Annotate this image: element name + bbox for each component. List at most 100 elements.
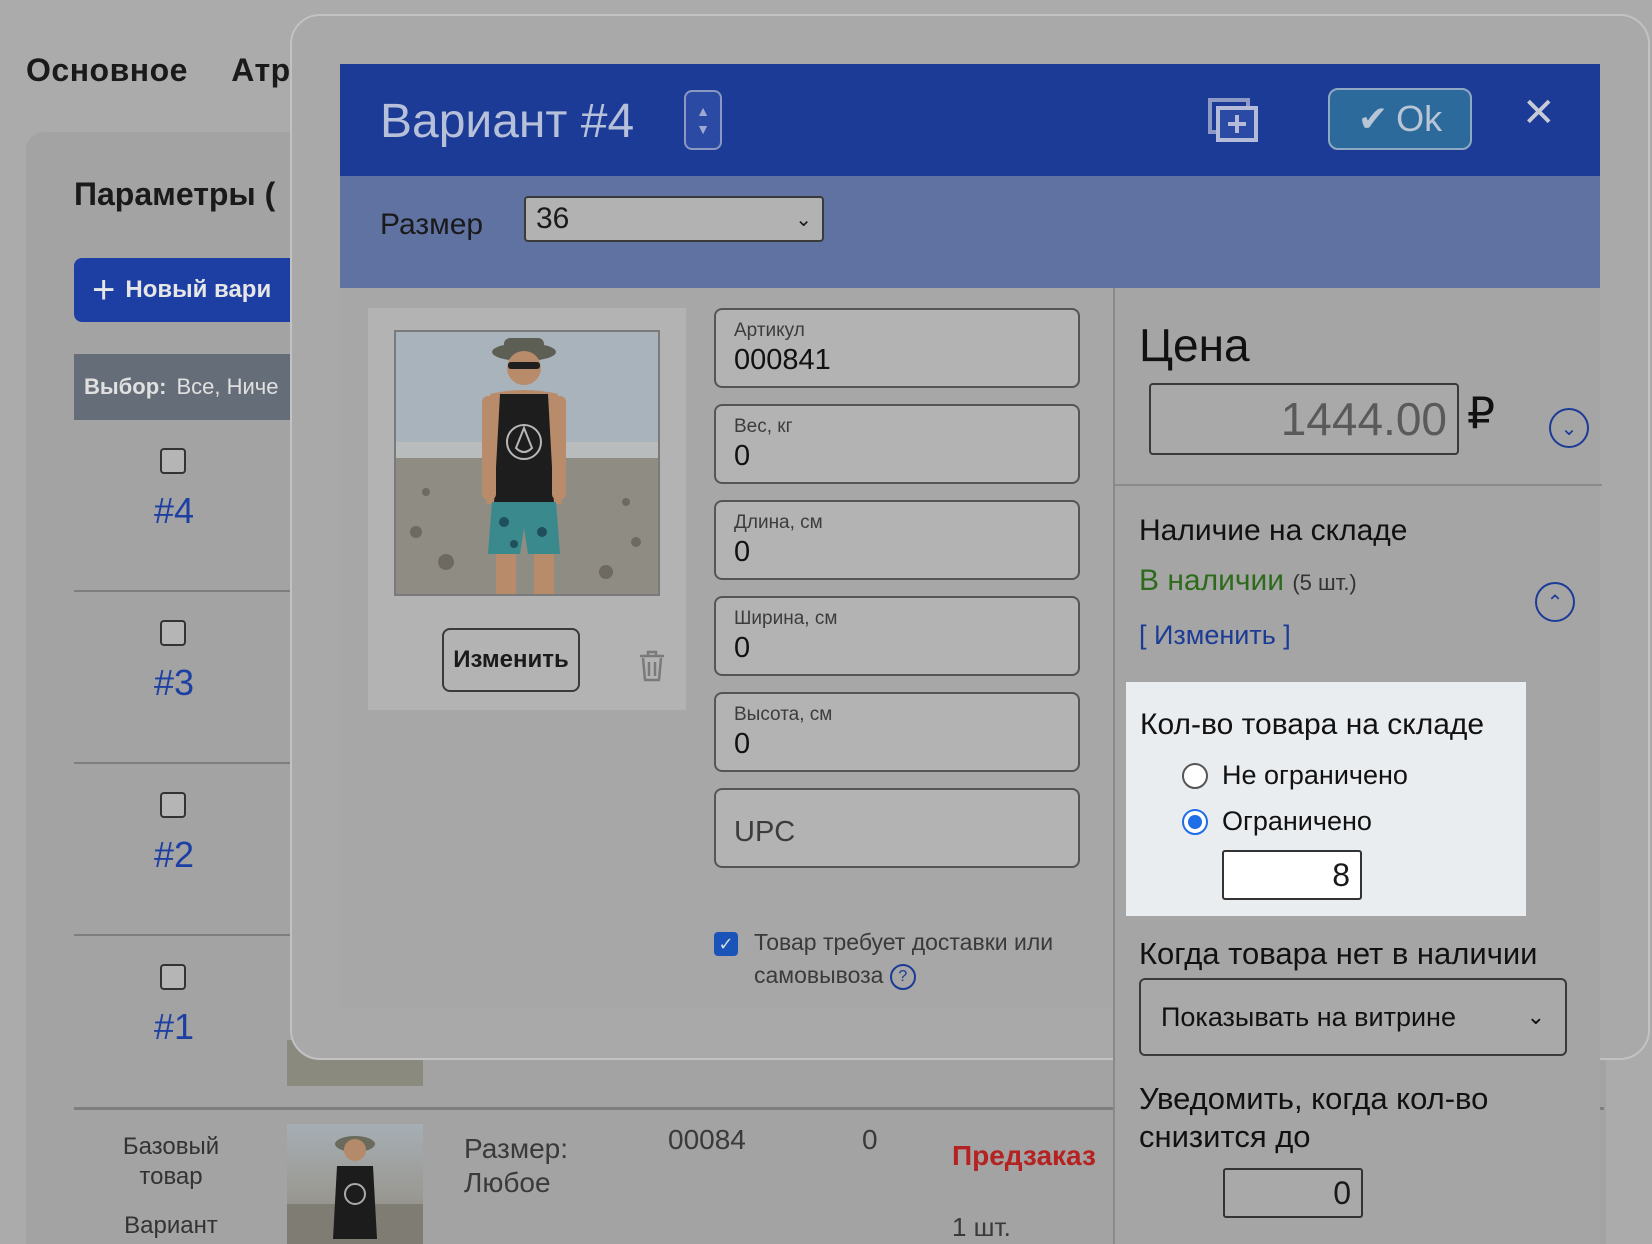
base-sku: 00084 (668, 1124, 746, 1155)
width-label: Ширина, см (734, 608, 838, 629)
variant-number[interactable]: #4 (74, 490, 274, 532)
variant-label: Вариант (124, 1212, 218, 1239)
base-size-line2: Любое (464, 1167, 551, 1198)
dialog-body: Изменить Артикул 000841 Вес, кг 0 Длина,… (340, 288, 1113, 1009)
variant-number[interactable]: #3 (74, 662, 274, 704)
trash-icon[interactable] (638, 650, 666, 682)
row-checkbox[interactable] (160, 620, 186, 646)
duplicate-icon[interactable] (1208, 98, 1260, 142)
stock-quantity-title: Кол-во товара на складе (1140, 708, 1485, 741)
main-tabs: Основное Атр (26, 52, 325, 89)
height-value: 0 (734, 728, 751, 760)
person-photo-icon (287, 1136, 423, 1244)
sku-field[interactable]: Артикул 000841 (714, 308, 1080, 388)
unlimited-option[interactable]: Не ограничено (1182, 760, 1408, 791)
variant-number[interactable]: #1 (74, 1006, 274, 1048)
tab-main[interactable]: Основное (26, 52, 188, 88)
unlimited-radio[interactable] (1182, 762, 1208, 789)
variant-row: #2 (74, 764, 294, 936)
ok-label: Ok (1396, 98, 1443, 139)
limited-radio[interactable] (1182, 808, 1208, 835)
height-label: Высота, см (734, 704, 833, 725)
length-value: 0 (734, 536, 751, 568)
stock-title: Наличие на складе (1139, 514, 1408, 547)
base-size: Размер: Любое (464, 1132, 568, 1200)
new-variant-label: Новый вари (125, 276, 272, 303)
row-checkbox[interactable] (160, 964, 186, 990)
upc-placeholder: UPC (734, 816, 796, 848)
plus-icon: + (92, 268, 116, 312)
filter-label: Выбор: (84, 374, 167, 399)
variant-row: #1 (74, 936, 294, 1108)
check-icon: ✔ (1357, 98, 1389, 139)
price-title: Цена (1139, 319, 1250, 371)
variant-row: #3 (74, 592, 294, 764)
chevron-down-icon: ⌄ (795, 208, 812, 231)
weight-value: 0 (734, 440, 751, 472)
price-input[interactable]: 1444.00 (1149, 383, 1459, 455)
row-checkbox[interactable] (160, 792, 186, 818)
upc-field[interactable]: UPC (714, 788, 1080, 868)
currency-symbol: ₽ (1467, 389, 1495, 438)
variant-number[interactable]: #2 (74, 834, 274, 876)
out-of-stock-value: Показывать на витрине (1161, 1001, 1456, 1032)
limited-option[interactable]: Ограничено (1182, 806, 1372, 837)
base-product-thumbnail (287, 1124, 423, 1244)
sku-value: 000841 (734, 344, 831, 376)
stock-quantity-input[interactable]: 8 (1222, 850, 1362, 900)
size-value: 36 (536, 202, 570, 235)
unlimited-label: Не ограничено (1222, 760, 1408, 790)
size-label: Размер (380, 208, 484, 241)
divider (1115, 484, 1602, 486)
arrow-down-icon: ▼ (696, 121, 710, 137)
stock-status-text: В наличии (1139, 564, 1285, 597)
dialog-header: Вариант #4 ▲ ▼ ✔ Ok ✕ (340, 64, 1600, 176)
base-size-line1: Размер: (464, 1133, 569, 1164)
stock-quantity-card: Кол-во товара на складе Не ограничено Ог… (1126, 682, 1526, 916)
chevron-down-icon[interactable]: ⌄ (1549, 408, 1589, 448)
person-photo-icon (396, 332, 658, 594)
help-icon[interactable]: ? (889, 963, 916, 990)
variant-options-bar: Размер 36 ⌄ (340, 176, 1600, 288)
shipping-checkbox[interactable]: ✓ (714, 932, 738, 956)
stock-count: (5 шт.) (1292, 570, 1357, 595)
preorder-status: Предзаказ (952, 1140, 1096, 1171)
variant-switcher-button[interactable]: ▲ ▼ (684, 90, 722, 150)
shipping-label: Товар требует доставки или самовывоза ? (754, 926, 1084, 992)
filter-options[interactable]: Все, Ниче (176, 374, 278, 400)
base-label-line2: товар (139, 1163, 203, 1190)
height-field[interactable]: Высота, см 0 (714, 692, 1080, 772)
weight-field[interactable]: Вес, кг 0 (714, 404, 1080, 484)
change-image-button[interactable]: Изменить (442, 628, 580, 692)
base-qty: 1 шт. (952, 1212, 1011, 1242)
out-of-stock-title: Когда товара нет в наличии (1139, 936, 1538, 971)
variant-row: #4 (74, 420, 294, 592)
variant-photo (394, 330, 660, 596)
panel-title: Параметры ( (74, 176, 276, 212)
stock-status: В наличии (5 шт.) (1139, 564, 1357, 598)
width-field[interactable]: Ширина, см 0 (714, 596, 1080, 676)
arrow-up-icon: ▲ (696, 103, 710, 119)
close-icon[interactable]: ✕ (1522, 90, 1556, 136)
image-card: Изменить (368, 308, 686, 710)
dialog-title: Вариант #4 (380, 95, 635, 148)
stock-edit-link[interactable]: [ Изменить ] (1139, 620, 1291, 651)
chevron-up-icon[interactable]: ⌃ (1535, 582, 1575, 622)
tab-attributes[interactable]: Атр (231, 52, 290, 88)
weight-label: Вес, кг (734, 416, 793, 437)
length-field[interactable]: Длина, см 0 (714, 500, 1080, 580)
notify-threshold-input[interactable]: 0 (1223, 1168, 1363, 1218)
ok-button[interactable]: ✔ Ok (1328, 88, 1472, 150)
sku-label: Артикул (734, 320, 805, 341)
out-of-stock-select[interactable]: Показывать на витрине ⌄ (1139, 978, 1567, 1056)
chevron-down-icon: ⌄ (1526, 1004, 1545, 1029)
limited-label: Ограничено (1222, 806, 1372, 836)
row-checkbox[interactable] (160, 448, 186, 474)
width-value: 0 (734, 632, 751, 664)
size-select[interactable]: 36 ⌄ (524, 196, 824, 242)
length-label: Длина, см (734, 512, 823, 533)
base-weight: 0 (862, 1124, 878, 1155)
base-product-label: Базовый товар (96, 1132, 246, 1192)
base-label-line1: Базовый (122, 1133, 220, 1160)
notify-title: Уведомить, когда кол-во снизится до (1139, 1081, 1489, 1154)
